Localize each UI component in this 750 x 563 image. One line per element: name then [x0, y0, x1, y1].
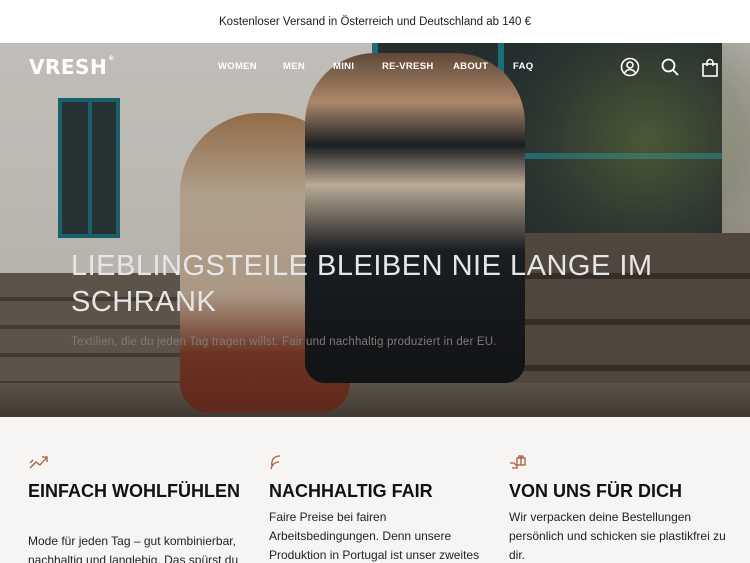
- nav-mini[interactable]: MINI: [333, 61, 354, 72]
- search-icon[interactable]: [658, 55, 682, 79]
- gift-hand-icon: [509, 454, 531, 470]
- account-icon[interactable]: [618, 55, 642, 79]
- cart-icon[interactable]: [698, 55, 722, 79]
- nav-about[interactable]: ABOUT: [453, 61, 488, 72]
- nav-faq[interactable]: FAQ: [513, 61, 533, 72]
- site-header: VRESH® WOMEN MEN MINI RE-VRESH ABOUT FAQ: [0, 43, 750, 91]
- feature-text: Mode für jeden Tag – gut kombinierbar, n…: [28, 534, 239, 563]
- nav-men[interactable]: MEN: [283, 61, 305, 72]
- header-icons: [618, 55, 722, 79]
- nav-women[interactable]: WOMEN: [218, 61, 257, 72]
- announcement-text: Kostenloser Versand in Österreich und De…: [219, 15, 531, 28]
- logo[interactable]: VRESH®: [29, 55, 115, 79]
- nav-re-vresh[interactable]: RE-VRESH: [382, 61, 434, 72]
- feature-title: NACHHALTIG FAIR: [269, 481, 433, 501]
- hero-title: LIEBLINGSTEILE BLEIBEN NIE LANGE IM SCHR…: [71, 250, 653, 318]
- feature-text: Wir verpacken deine Bestellungen persönl…: [509, 510, 726, 562]
- feature-text: Faire Preise bei fairen Arbeitsbedingung…: [269, 510, 480, 562]
- features-section: EINFACH WOHLFÜHLEN Mode für jeden Tag – …: [0, 417, 750, 563]
- hero-subtitle: Textilien, die du jeden Tag tragen wills…: [71, 336, 497, 348]
- feature-title: VON UNS FÜR DICH: [509, 481, 683, 501]
- announcement-bar: Kostenloser Versand in Österreich und De…: [0, 0, 750, 43]
- hero-overlay: [0, 43, 750, 417]
- leaf-icon: [269, 454, 291, 470]
- feather-icon: [28, 454, 50, 470]
- hero-banner: LIEBLINGSTEILE BLEIBEN NIE LANGE IM SCHR…: [0, 43, 750, 417]
- hero-text: LIEBLINGSTEILE BLEIBEN NIE LANGE IM SCHR…: [71, 248, 671, 348]
- feature-title: EINFACH WOHLFÜHLEN: [28, 481, 240, 501]
